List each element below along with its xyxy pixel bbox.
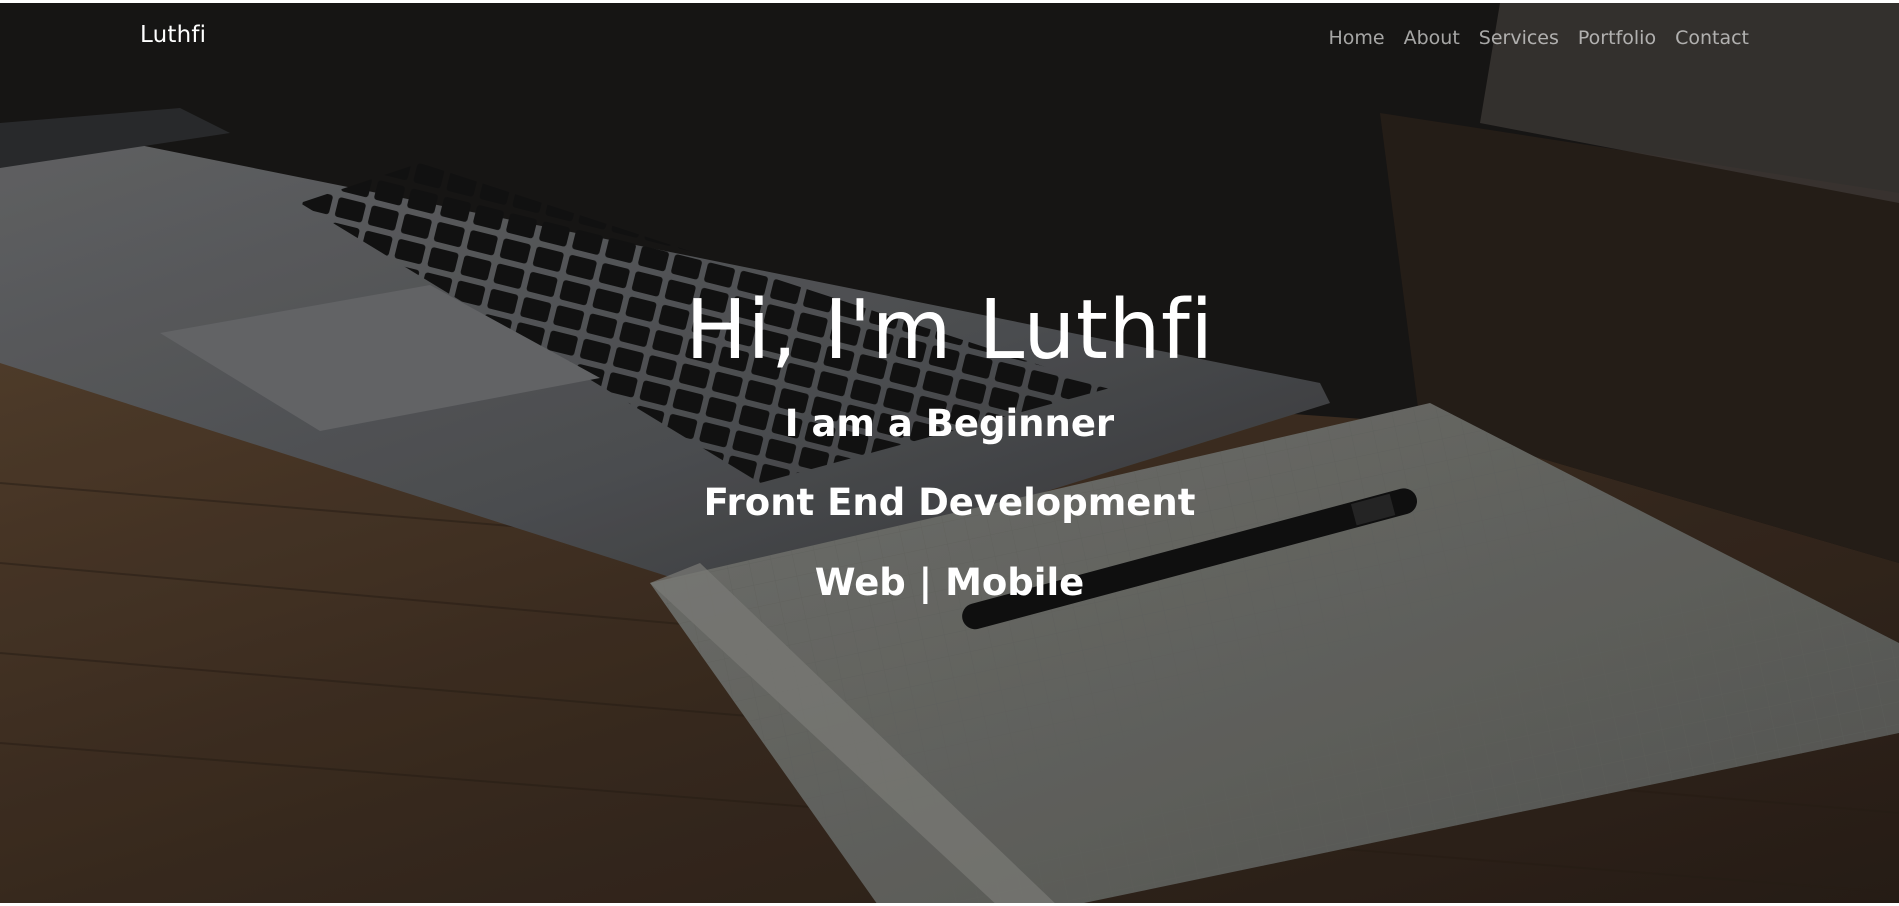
nav-link-services[interactable]: Services — [1479, 27, 1559, 49]
nav-item-portfolio: Portfolio — [1578, 27, 1656, 49]
hero-section: Luthfi Home About Services Portfolio Con… — [0, 3, 1899, 903]
nav-item-about: About — [1404, 27, 1460, 49]
nav-link-contact[interactable]: Contact — [1675, 27, 1749, 49]
nav-item-services: Services — [1479, 27, 1559, 49]
nav-link-portfolio[interactable]: Portfolio — [1578, 27, 1656, 49]
nav-menu: Home About Services Portfolio Contact — [1328, 27, 1749, 49]
hero-line-beginner: I am a Beginner — [784, 402, 1115, 445]
hero-headline: Hi, I'm Luthfi — [685, 283, 1214, 378]
hero-line-platforms: Web | Mobile — [814, 561, 1085, 604]
nav-item-home: Home — [1328, 27, 1384, 49]
nav-link-home[interactable]: Home — [1328, 27, 1384, 49]
hero-dark-overlay — [0, 3, 1899, 903]
navbar: Luthfi Home About Services Portfolio Con… — [0, 3, 1899, 75]
nav-link-about[interactable]: About — [1404, 27, 1460, 49]
nav-item-contact: Contact — [1675, 27, 1749, 49]
brand-logo-link[interactable]: Luthfi — [140, 22, 206, 48]
hero-line-front-end: Front End Development — [703, 481, 1196, 524]
